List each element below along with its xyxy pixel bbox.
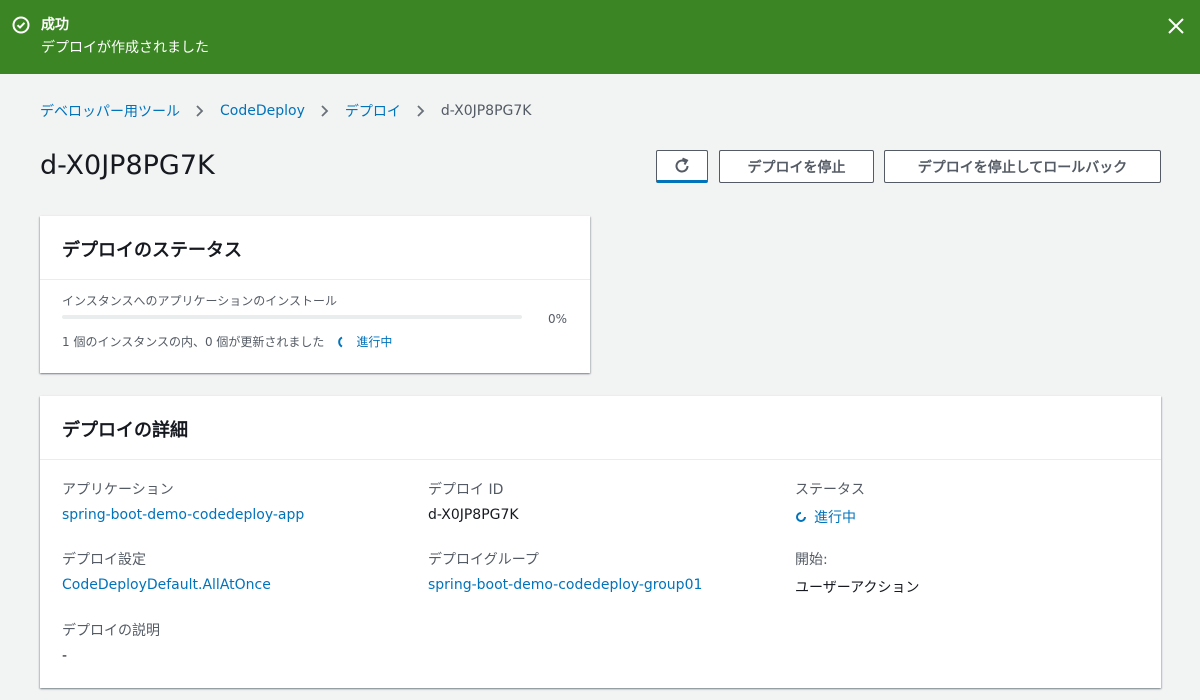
progress-description: 1 個のインスタンスの内、0 個が更新されました 進行中 xyxy=(62,333,392,350)
progress-label: インスタンスへのアプリケーションのインストール xyxy=(62,294,338,308)
panel-title: デプロイの詳細 xyxy=(62,420,188,441)
initiated-by-label: 開始: xyxy=(795,552,828,568)
flash-title: 成功 xyxy=(41,17,69,33)
deployment-id-label: デプロイ ID xyxy=(428,482,504,498)
progress-percent: 0% xyxy=(548,312,568,326)
breadcrumb-developer-tools[interactable]: デベロッパー用ツール xyxy=(40,101,180,121)
status-value: 進行中 xyxy=(795,507,856,527)
spinner-icon xyxy=(338,336,343,347)
panel-header: デプロイのステータス xyxy=(40,216,590,280)
panel-header: デプロイの詳細 xyxy=(40,396,1161,460)
deployment-group-label: デプロイグループ xyxy=(428,552,539,568)
status-label: ステータス xyxy=(795,482,865,498)
deployment-description-value: - xyxy=(62,648,68,664)
in-progress-status: 進行中 xyxy=(356,335,393,349)
chevron-right-icon xyxy=(196,105,204,117)
application-label: アプリケーション xyxy=(62,482,174,498)
deployment-status-panel: デプロイのステータス インスタンスへのアプリケーションのインストール 0% 1 … xyxy=(40,216,590,373)
status-text: 進行中 xyxy=(814,510,856,526)
refresh-button[interactable] xyxy=(656,150,708,183)
check-circle-icon xyxy=(12,16,30,34)
deployment-group-link[interactable]: spring-boot-demo-codedeploy-group01 xyxy=(428,577,702,593)
breadcrumb-deployments[interactable]: デプロイ xyxy=(345,101,401,121)
breadcrumb-current: d-X0JP8PG7K xyxy=(440,103,532,119)
success-flashbar: 成功 デプロイが作成されました xyxy=(0,0,1200,74)
instance-update-count: 1 個のインスタンスの内、0 個が更新されました xyxy=(62,335,325,349)
page-title: d-X0JP8PG7K xyxy=(40,150,215,181)
chevron-right-icon xyxy=(321,105,329,117)
application-link[interactable]: spring-boot-demo-codedeploy-app xyxy=(62,507,304,523)
panel-title: デプロイのステータス xyxy=(62,240,242,261)
stop-deployment-button[interactable]: デプロイを停止 xyxy=(719,150,874,183)
deployment-id-value: d-X0JP8PG7K xyxy=(428,507,519,523)
breadcrumb: デベロッパー用ツール CodeDeploy デプロイ d-X0JP8PG7K xyxy=(40,101,531,121)
deployment-details-panel: デプロイの詳細 アプリケーション spring-boot-demo-codede… xyxy=(40,396,1161,688)
flash-message: デプロイが作成されました xyxy=(41,40,209,56)
stop-and-rollback-button[interactable]: デプロイを停止してロールバック xyxy=(884,150,1161,183)
deployment-config-link[interactable]: CodeDeployDefault.AllAtOnce xyxy=(62,577,271,593)
breadcrumb-codedeploy[interactable]: CodeDeploy xyxy=(220,103,305,119)
deployment-config-label: デプロイ設定 xyxy=(62,552,146,568)
spinner-icon xyxy=(796,512,806,522)
close-icon[interactable] xyxy=(1166,16,1186,36)
initiated-by-value: ユーザーアクション xyxy=(795,580,920,596)
refresh-icon xyxy=(675,157,689,173)
deployment-description-label: デプロイの説明 xyxy=(62,623,160,639)
chevron-right-icon xyxy=(417,105,425,117)
progress-bar xyxy=(62,315,522,319)
